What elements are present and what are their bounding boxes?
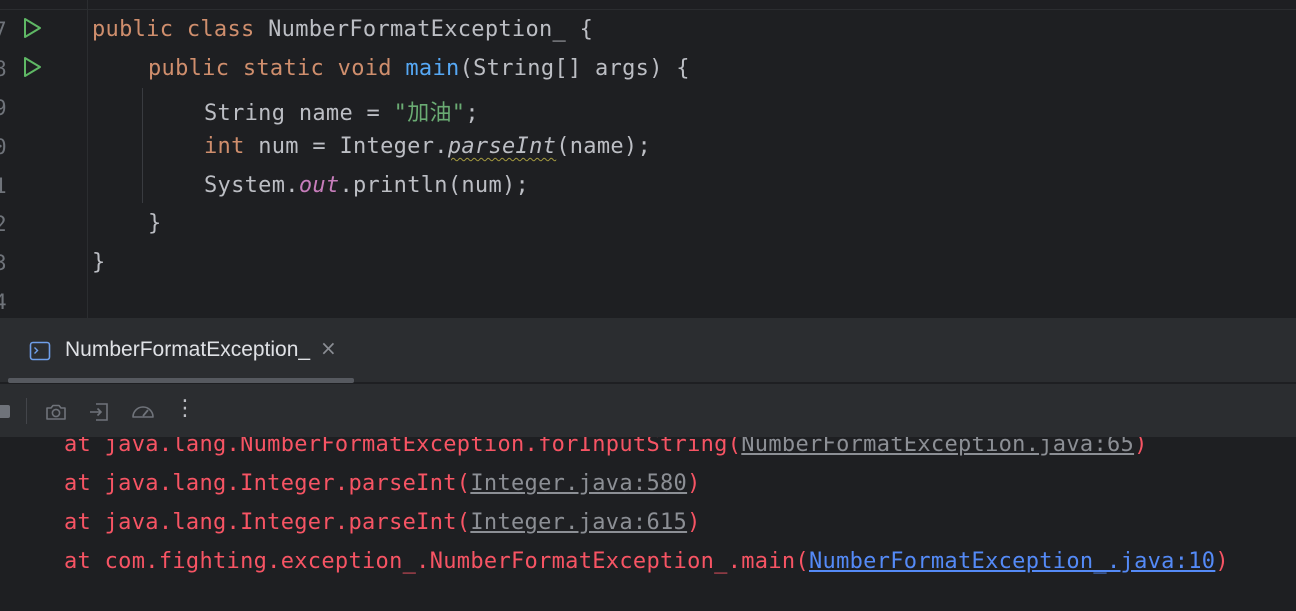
code-text: public class NumberFormatException_ { <box>92 17 594 42</box>
console-output[interactable]: at java.lang.NumberFormatException.forIn… <box>0 437 1296 611</box>
tab-number-format-exception[interactable]: NumberFormatException_ × <box>8 318 354 382</box>
parse-int-call: parseInt <box>447 134 557 159</box>
line-number: 2 <box>0 212 7 236</box>
run-panel-header: NumberFormatException_ × <box>0 318 1296 382</box>
stack-trace-line: at java.lang.Integer.parseInt(Integer.ja… <box>64 471 701 496</box>
source-link[interactable]: NumberFormatException_.java:10 <box>809 549 1215 574</box>
stop-icon[interactable] <box>0 400 16 424</box>
code-line-14[interactable]: 4 <box>0 281 1296 318</box>
code-line-10[interactable]: 0 int num = Integer.parseInt(name); <box>0 126 1296 165</box>
run-gutter-icon[interactable] <box>20 16 44 40</box>
code-text: System.out.println(num); <box>204 173 530 198</box>
line-number: 0 <box>0 135 7 159</box>
code-text: String name = "加油"; <box>204 101 479 126</box>
console-icon <box>29 341 51 361</box>
tab-label: NumberFormatException_ <box>65 338 311 361</box>
source-link[interactable]: NumberFormatException.java:65 <box>741 437 1134 457</box>
code-editor[interactable]: 7 public class NumberFormatException_ { … <box>0 0 1296 318</box>
code-line-7[interactable]: 7 public class NumberFormatException_ { <box>0 9 1296 48</box>
close-icon[interactable]: × <box>320 336 337 360</box>
login-icon[interactable] <box>87 400 111 424</box>
code-text: public static void main(String[] args) { <box>148 56 690 81</box>
source-link[interactable]: Integer.java:580 <box>470 471 687 496</box>
line-number: 9 <box>0 96 7 120</box>
code-text: } <box>92 250 106 275</box>
line-number: 8 <box>0 57 7 81</box>
source-link[interactable]: Integer.java:615 <box>470 510 687 535</box>
speedometer-icon[interactable] <box>130 400 154 424</box>
code-text: int num = Integer.parseInt(name); <box>204 134 652 159</box>
code-line-12[interactable]: 2 } <box>0 203 1296 242</box>
more-vertical-icon[interactable]: ⋮ <box>174 396 198 421</box>
toolbar-separator <box>26 398 27 424</box>
stack-trace-line: at com.fighting.exception_.NumberFormatE… <box>64 549 1229 574</box>
run-toolbar: ⋮ <box>0 383 1296 438</box>
code-text: } <box>148 211 162 236</box>
stack-trace-line: at java.lang.Integer.parseInt(Integer.ja… <box>64 510 701 535</box>
run-gutter-icon[interactable] <box>20 55 44 79</box>
code-line-8[interactable]: 8 public static void main(String[] args)… <box>0 48 1296 87</box>
code-line-13[interactable]: 3 } <box>0 242 1296 281</box>
line-number: 3 <box>0 251 7 275</box>
camera-icon[interactable] <box>44 400 68 424</box>
code-line-9[interactable]: 9 String name = "加油"; <box>0 87 1296 126</box>
stack-trace-line: at java.lang.NumberFormatException.forIn… <box>64 437 1148 462</box>
code-line-11[interactable]: 1 System.out.println(num); <box>0 165 1296 204</box>
line-number: 4 <box>0 290 7 314</box>
line-number: 7 <box>0 18 7 42</box>
line-number: 1 <box>0 174 7 198</box>
